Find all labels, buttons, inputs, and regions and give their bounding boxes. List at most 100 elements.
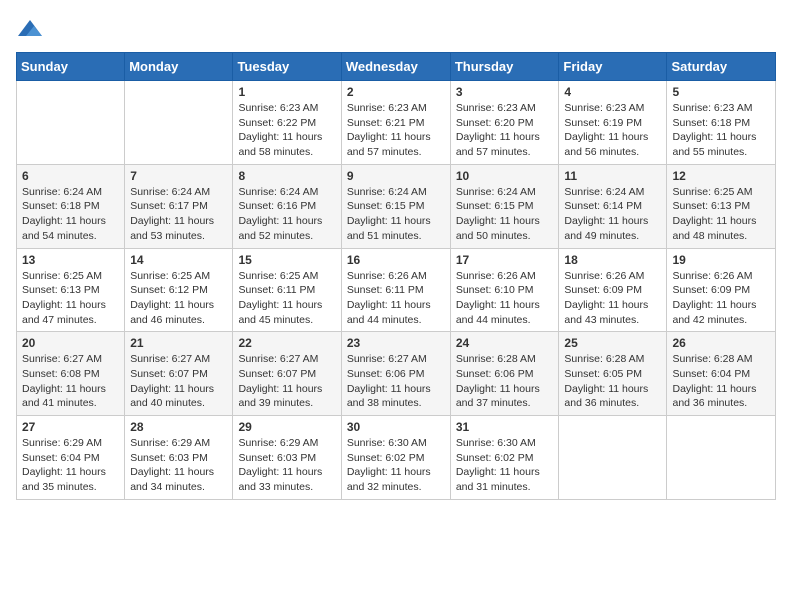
calendar-cell: 5 Sunrise: 6:23 AMSunset: 6:18 PMDaylight… xyxy=(667,81,776,165)
day-info: Sunrise: 6:24 AMSunset: 6:16 PMDaylight:… xyxy=(238,185,335,244)
day-number: 15 xyxy=(238,253,335,267)
day-number: 21 xyxy=(130,336,227,350)
calendar-cell: 23 Sunrise: 6:27 AMSunset: 6:06 PMDayligh… xyxy=(341,332,450,416)
day-info: Sunrise: 6:23 AMSunset: 6:21 PMDaylight:… xyxy=(347,101,445,160)
day-number: 2 xyxy=(347,85,445,99)
day-info: Sunrise: 6:27 AMSunset: 6:07 PMDaylight:… xyxy=(130,352,227,411)
calendar-cell: 11Sunrise: 6:24 AMSunset: 6:14 PMDayligh… xyxy=(559,164,667,248)
calendar-cell: 3 Sunrise: 6:23 AMSunset: 6:20 PMDaylight… xyxy=(450,81,559,165)
calendar-cell: 12 Sunrise: 6:25 AMSunset: 6:13 PMDayligh… xyxy=(667,164,776,248)
day-info: Sunrise: 6:29 AMSunset: 6:04 PMDaylight:… xyxy=(22,436,119,495)
day-info: Sunrise: 6:28 AMSunset: 6:06 PMDaylight:… xyxy=(456,352,554,411)
page-header xyxy=(16,16,776,44)
calendar-cell: 16 Sunrise: 6:26 AMSunset: 6:11 PMDayligh… xyxy=(341,248,450,332)
day-number: 4 xyxy=(564,85,661,99)
day-number: 8 xyxy=(238,169,335,183)
calendar-cell: 27 Sunrise: 6:29 AMSunset: 6:04 PMDayligh… xyxy=(17,416,125,500)
calendar-cell: 15 Sunrise: 6:25 AMSunset: 6:11 PMDayligh… xyxy=(233,248,341,332)
day-info: Sunrise: 6:29 AMSunset: 6:03 PMDaylight:… xyxy=(130,436,227,495)
calendar-cell: 26 Sunrise: 6:28 AMSunset: 6:04 PMDayligh… xyxy=(667,332,776,416)
weekday-header-wednesday: Wednesday xyxy=(341,53,450,81)
day-number: 9 xyxy=(347,169,445,183)
calendar-cell: 20Sunrise: 6:27 AMSunset: 6:08 PMDayligh… xyxy=(17,332,125,416)
calendar-week-5: 27 Sunrise: 6:29 AMSunset: 6:04 PMDayligh… xyxy=(17,416,776,500)
calendar-cell: 21 Sunrise: 6:27 AMSunset: 6:07 PMDayligh… xyxy=(125,332,233,416)
weekday-header-saturday: Saturday xyxy=(667,53,776,81)
day-number: 3 xyxy=(456,85,554,99)
day-info: Sunrise: 6:25 AMSunset: 6:13 PMDaylight:… xyxy=(22,269,119,328)
calendar-cell: 8 Sunrise: 6:24 AMSunset: 6:16 PMDaylight… xyxy=(233,164,341,248)
day-info: Sunrise: 6:28 AMSunset: 6:05 PMDaylight:… xyxy=(564,352,661,411)
day-info: Sunrise: 6:26 AMSunset: 6:11 PMDaylight:… xyxy=(347,269,445,328)
day-info: Sunrise: 6:24 AMSunset: 6:15 PMDaylight:… xyxy=(456,185,554,244)
weekday-header-tuesday: Tuesday xyxy=(233,53,341,81)
day-number: 23 xyxy=(347,336,445,350)
day-number: 6 xyxy=(22,169,119,183)
day-info: Sunrise: 6:23 AMSunset: 6:18 PMDaylight:… xyxy=(672,101,770,160)
day-number: 5 xyxy=(672,85,770,99)
day-info: Sunrise: 6:23 AMSunset: 6:19 PMDaylight:… xyxy=(564,101,661,160)
day-info: Sunrise: 6:26 AMSunset: 6:09 PMDaylight:… xyxy=(564,269,661,328)
day-info: Sunrise: 6:28 AMSunset: 6:04 PMDaylight:… xyxy=(672,352,770,411)
day-number: 7 xyxy=(130,169,227,183)
calendar-cell: 30 Sunrise: 6:30 AMSunset: 6:02 PMDayligh… xyxy=(341,416,450,500)
weekday-header-thursday: Thursday xyxy=(450,53,559,81)
day-info: Sunrise: 6:24 AMSunset: 6:18 PMDaylight:… xyxy=(22,185,119,244)
day-number: 16 xyxy=(347,253,445,267)
day-info: Sunrise: 6:23 AMSunset: 6:20 PMDaylight:… xyxy=(456,101,554,160)
calendar-week-4: 20Sunrise: 6:27 AMSunset: 6:08 PMDayligh… xyxy=(17,332,776,416)
logo xyxy=(16,16,48,44)
day-info: Sunrise: 6:25 AMSunset: 6:13 PMDaylight:… xyxy=(672,185,770,244)
calendar-cell xyxy=(667,416,776,500)
calendar-cell: 17 Sunrise: 6:26 AMSunset: 6:10 PMDayligh… xyxy=(450,248,559,332)
calendar-cell: 25 Sunrise: 6:28 AMSunset: 6:05 PMDayligh… xyxy=(559,332,667,416)
day-info: Sunrise: 6:30 AMSunset: 6:02 PMDaylight:… xyxy=(456,436,554,495)
calendar-table: SundayMondayTuesdayWednesdayThursdayFrid… xyxy=(16,52,776,500)
calendar-cell xyxy=(125,81,233,165)
weekday-header-row: SundayMondayTuesdayWednesdayThursdayFrid… xyxy=(17,53,776,81)
day-number: 1 xyxy=(238,85,335,99)
day-number: 31 xyxy=(456,420,554,434)
day-info: Sunrise: 6:26 AMSunset: 6:10 PMDaylight:… xyxy=(456,269,554,328)
day-info: Sunrise: 6:27 AMSunset: 6:07 PMDaylight:… xyxy=(238,352,335,411)
day-number: 26 xyxy=(672,336,770,350)
day-info: Sunrise: 6:25 AMSunset: 6:12 PMDaylight:… xyxy=(130,269,227,328)
calendar-cell: 10 Sunrise: 6:24 AMSunset: 6:15 PMDayligh… xyxy=(450,164,559,248)
day-number: 13 xyxy=(22,253,119,267)
calendar-cell: 7 Sunrise: 6:24 AMSunset: 6:17 PMDaylight… xyxy=(125,164,233,248)
calendar-week-2: 6 Sunrise: 6:24 AMSunset: 6:18 PMDaylight… xyxy=(17,164,776,248)
calendar-cell: 31 Sunrise: 6:30 AMSunset: 6:02 PMDayligh… xyxy=(450,416,559,500)
calendar-week-3: 13 Sunrise: 6:25 AMSunset: 6:13 PMDayligh… xyxy=(17,248,776,332)
calendar-cell: 18Sunrise: 6:26 AMSunset: 6:09 PMDayligh… xyxy=(559,248,667,332)
day-info: Sunrise: 6:25 AMSunset: 6:11 PMDaylight:… xyxy=(238,269,335,328)
calendar-cell: 22 Sunrise: 6:27 AMSunset: 6:07 PMDayligh… xyxy=(233,332,341,416)
day-number: 10 xyxy=(456,169,554,183)
calendar-cell: 2 Sunrise: 6:23 AMSunset: 6:21 PMDaylight… xyxy=(341,81,450,165)
day-info: Sunrise: 6:24 AMSunset: 6:17 PMDaylight:… xyxy=(130,185,227,244)
calendar-cell: 6 Sunrise: 6:24 AMSunset: 6:18 PMDaylight… xyxy=(17,164,125,248)
day-info: Sunrise: 6:26 AMSunset: 6:09 PMDaylight:… xyxy=(672,269,770,328)
calendar-cell: 9 Sunrise: 6:24 AMSunset: 6:15 PMDaylight… xyxy=(341,164,450,248)
day-info: Sunrise: 6:27 AMSunset: 6:08 PMDaylight:… xyxy=(22,352,119,411)
calendar-week-1: 1 Sunrise: 6:23 AMSunset: 6:22 PMDaylight… xyxy=(17,81,776,165)
day-info: Sunrise: 6:23 AMSunset: 6:22 PMDaylight:… xyxy=(238,101,335,160)
day-number: 24 xyxy=(456,336,554,350)
day-number: 25 xyxy=(564,336,661,350)
calendar-cell xyxy=(17,81,125,165)
day-number: 12 xyxy=(672,169,770,183)
day-number: 19 xyxy=(672,253,770,267)
day-number: 27 xyxy=(22,420,119,434)
day-number: 17 xyxy=(456,253,554,267)
calendar-cell: 19 Sunrise: 6:26 AMSunset: 6:09 PMDayligh… xyxy=(667,248,776,332)
day-info: Sunrise: 6:24 AMSunset: 6:15 PMDaylight:… xyxy=(347,185,445,244)
day-info: Sunrise: 6:27 AMSunset: 6:06 PMDaylight:… xyxy=(347,352,445,411)
day-number: 30 xyxy=(347,420,445,434)
day-number: 11 xyxy=(564,169,661,183)
day-info: Sunrise: 6:30 AMSunset: 6:02 PMDaylight:… xyxy=(347,436,445,495)
weekday-header-monday: Monday xyxy=(125,53,233,81)
weekday-header-sunday: Sunday xyxy=(17,53,125,81)
day-number: 22 xyxy=(238,336,335,350)
day-info: Sunrise: 6:29 AMSunset: 6:03 PMDaylight:… xyxy=(238,436,335,495)
calendar-cell: 1 Sunrise: 6:23 AMSunset: 6:22 PMDaylight… xyxy=(233,81,341,165)
calendar-cell: 24 Sunrise: 6:28 AMSunset: 6:06 PMDayligh… xyxy=(450,332,559,416)
